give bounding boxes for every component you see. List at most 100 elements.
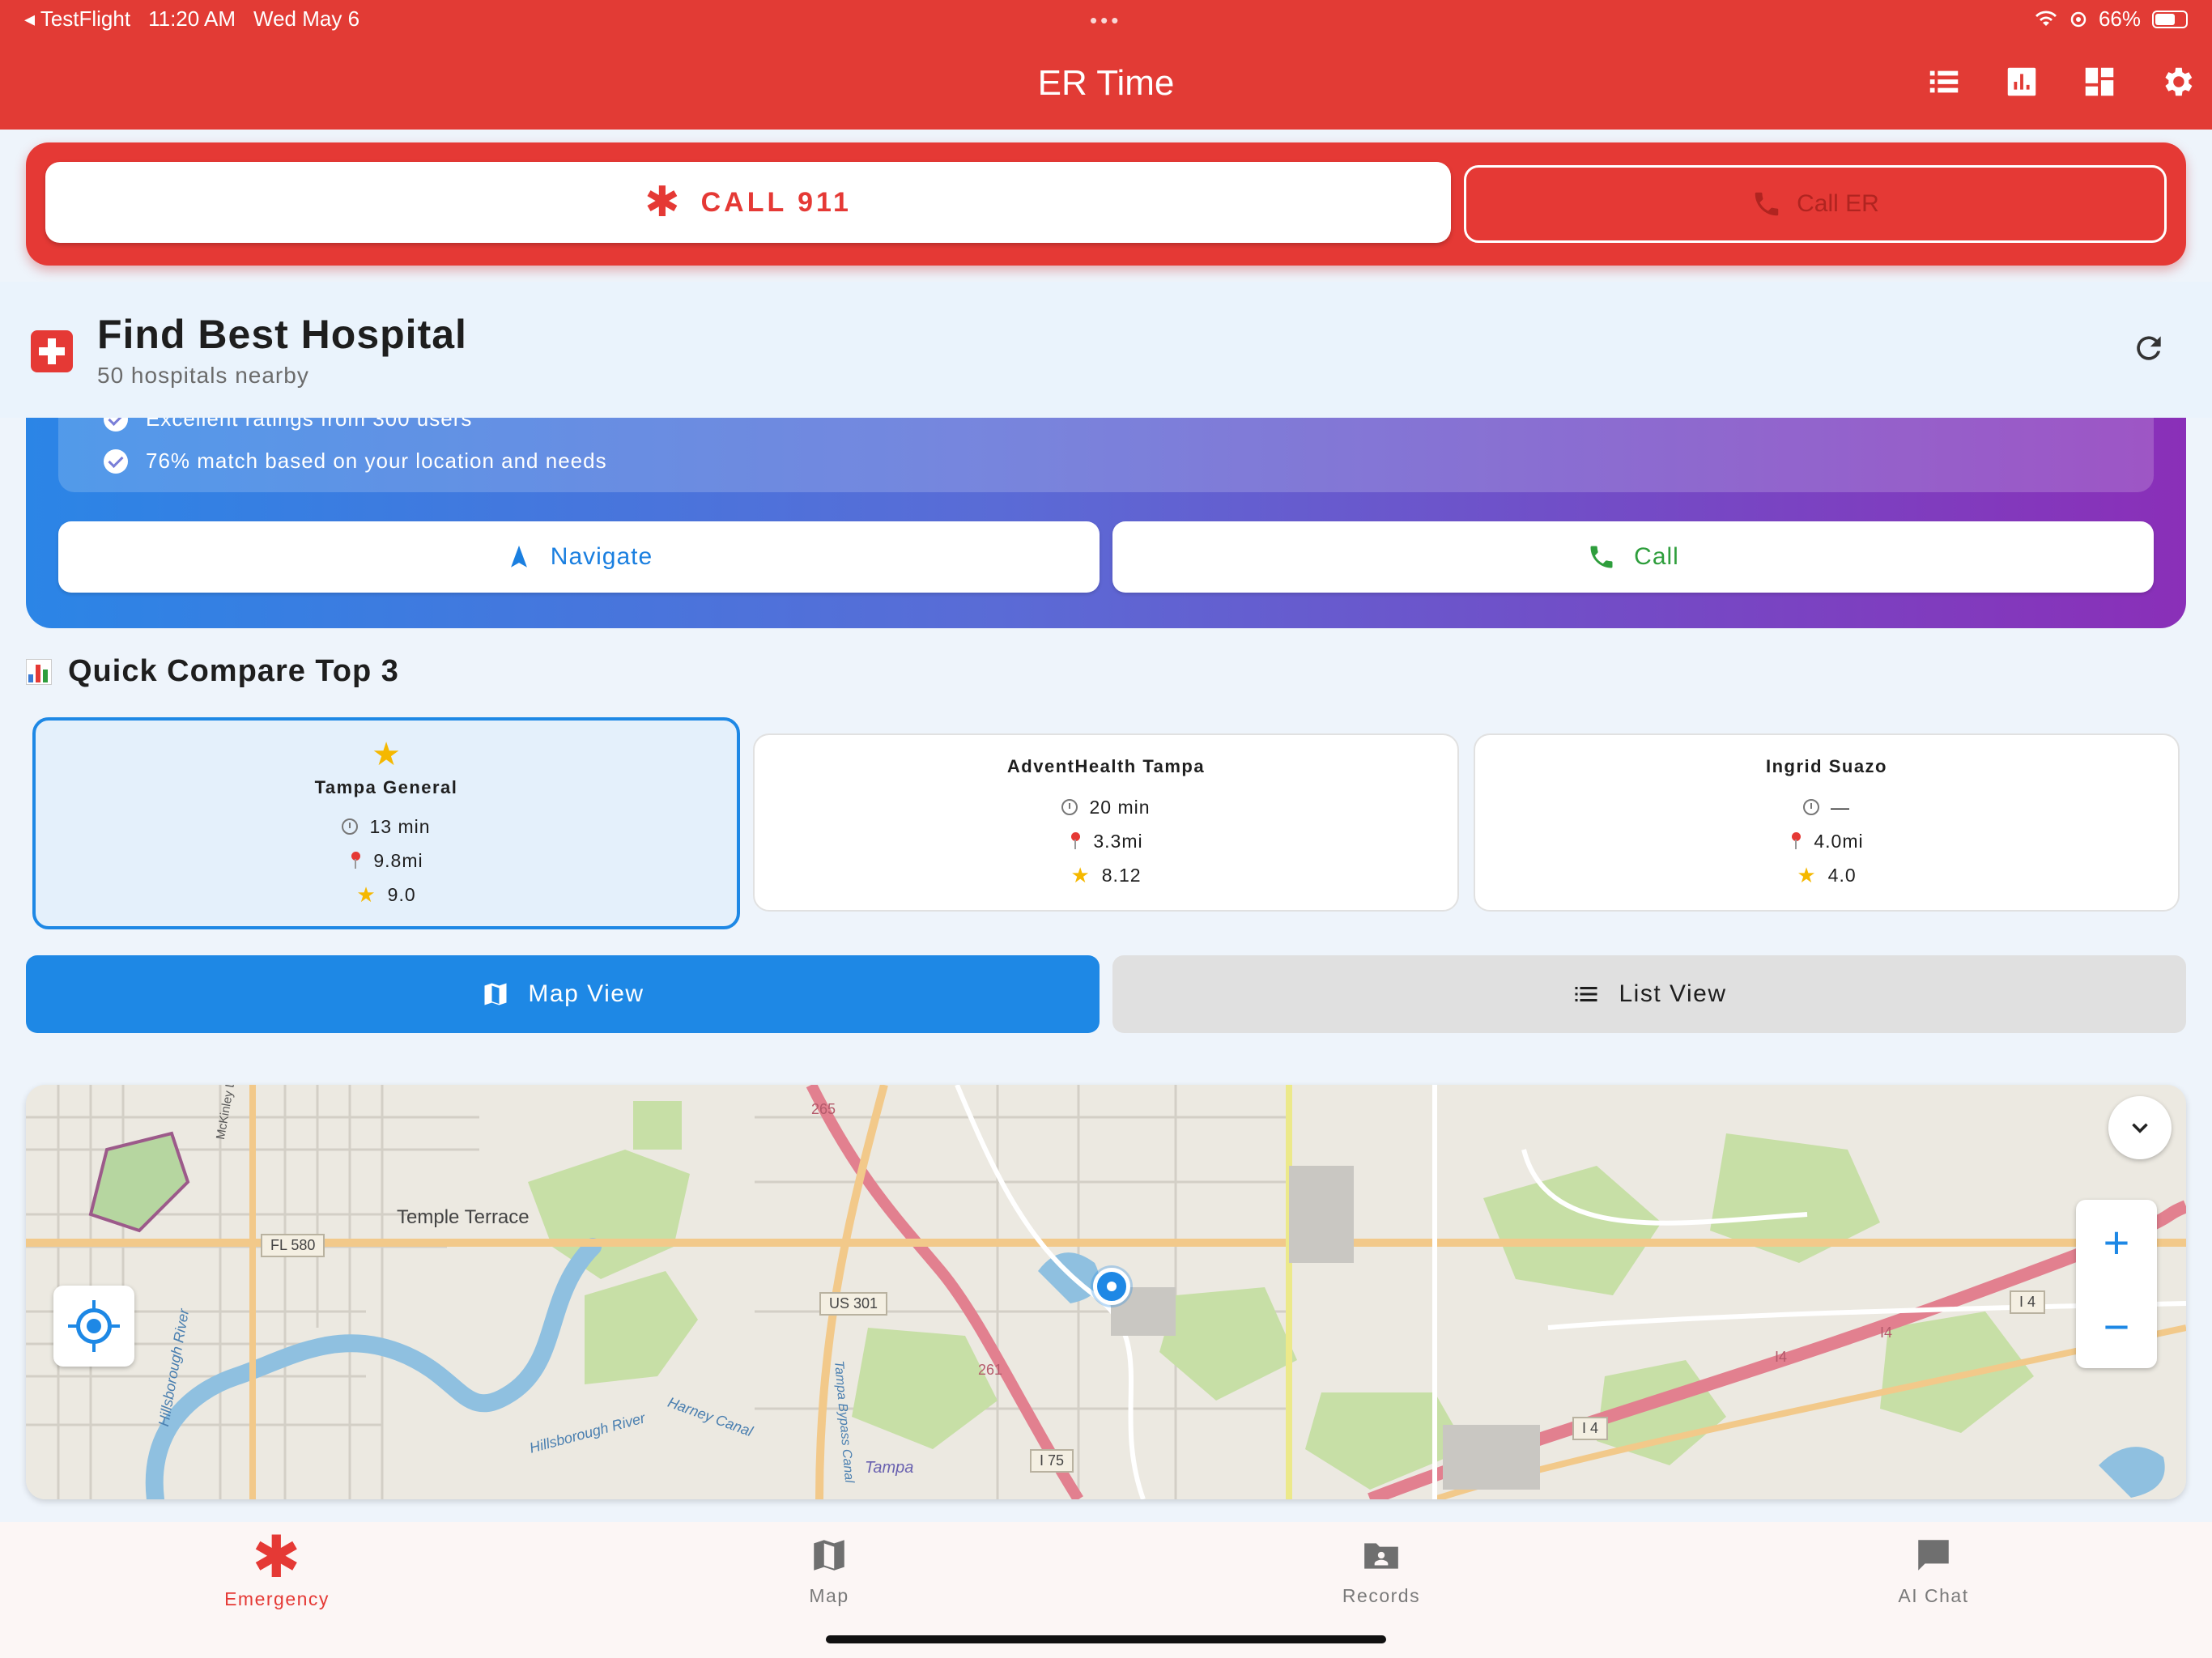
- map-view-label: Map View: [528, 980, 644, 1007]
- dashboard-icon[interactable]: [2081, 63, 2118, 100]
- map-shield-us301: US 301: [819, 1292, 888, 1316]
- crosshair-tick: [92, 1342, 96, 1352]
- settings-icon[interactable]: [2159, 63, 2196, 100]
- timer-icon: [342, 818, 359, 835]
- current-location-marker[interactable]: [1093, 1268, 1130, 1305]
- star-icon: ★: [356, 882, 376, 907]
- folder-person-icon: [1364, 1543, 1398, 1569]
- star-icon: ★: [1070, 863, 1091, 887]
- navigate-label: Navigate: [550, 543, 653, 570]
- timer-icon: [1803, 799, 1819, 815]
- compare-card-best[interactable]: ★ Tampa General 13 min 9.8mi ★ 9.0: [32, 717, 740, 929]
- timer-icon: [1061, 799, 1078, 815]
- wait-time: 13 min: [369, 815, 431, 837]
- list-icon[interactable]: [1925, 63, 1963, 100]
- map-shield-i75: I 75: [1030, 1449, 1074, 1473]
- navigation-arrow-icon: [510, 545, 527, 568]
- tab-records[interactable]: Records: [1260, 1535, 1503, 1607]
- rating-row: ★ 4.0: [1475, 858, 2178, 892]
- app-title: ER Time: [1037, 63, 1175, 103]
- phone-icon: [1590, 546, 1613, 568]
- chat-icon: [1918, 1540, 1949, 1571]
- map-shield-i4: I 4: [2010, 1290, 2046, 1314]
- map-label-i4: I4: [1775, 1349, 1788, 1365]
- list-view-button[interactable]: List View: [1112, 955, 2186, 1033]
- emergency-call-bar: ✱ CALL 911 Call ER: [26, 142, 2186, 266]
- call-hospital-button[interactable]: Call: [1112, 521, 2154, 593]
- hospital-count: 50 hospitals nearby: [97, 363, 309, 388]
- check-circle-icon: [104, 418, 128, 432]
- multitasking-dots[interactable]: •••: [1090, 8, 1121, 33]
- map-label-i4: I4: [1880, 1324, 1893, 1341]
- call-911-label: CALL 911: [700, 186, 852, 218]
- rating: 8.12: [1101, 864, 1142, 886]
- location-lock-icon: [2070, 11, 2087, 27]
- match-reasons: Excellent ratings from 300 users 76% mat…: [58, 418, 2154, 492]
- tab-emergency[interactable]: ✱ Emergency: [155, 1528, 398, 1610]
- bar-chart-icon[interactable]: [2003, 63, 2040, 100]
- pin-icon: [1069, 832, 1082, 850]
- status-bar-left: ◂ TestFlight 11:20 AM Wed May 6: [24, 6, 359, 32]
- app-bar: ◂ TestFlight 11:20 AM Wed May 6 ••• 66% …: [0, 0, 2212, 130]
- home-indicator[interactable]: [826, 1635, 1386, 1643]
- pin-icon: [349, 852, 362, 869]
- hospital-name: Tampa General: [314, 777, 458, 797]
- navigate-button[interactable]: Navigate: [58, 521, 1100, 593]
- appbar-actions: [1925, 63, 2196, 100]
- map-label-261: 261: [978, 1362, 1003, 1378]
- call-er-button[interactable]: Call ER: [1464, 165, 2167, 243]
- reason-item: Excellent ratings from 300 users: [104, 418, 472, 432]
- refresh-icon[interactable]: [2131, 330, 2167, 366]
- hospital-map[interactable]: Temple Terrace FL 580 US 301 I 75 I 4 I …: [26, 1085, 2186, 1499]
- find-hospital-header: Find Best Hospital 50 hospitals nearby: [0, 282, 2212, 418]
- zoom-in-button[interactable]: +: [2076, 1200, 2157, 1284]
- call-er-label: Call ER: [1797, 190, 1879, 217]
- rating: 9.0: [387, 883, 416, 905]
- wait-time: 20 min: [1089, 796, 1151, 818]
- crosshair-tick: [92, 1300, 96, 1310]
- back-to-app[interactable]: ◂ TestFlight: [24, 6, 130, 32]
- rating-row: ★ 9.0: [36, 878, 737, 912]
- map-shield-i4: I 4: [1572, 1417, 1609, 1440]
- zoom-out-button[interactable]: −: [2076, 1284, 2157, 1368]
- compare-card[interactable]: AdventHealth Tampa 20 min 3.3mi ★ 8.12: [753, 733, 1459, 912]
- tab-ai-chat[interactable]: AI Chat: [1812, 1535, 2055, 1607]
- my-location-button[interactable]: [53, 1286, 134, 1367]
- pin-icon: [1789, 832, 1802, 850]
- status-time: 11:20 AM: [148, 6, 236, 31]
- emoji-bar: [28, 674, 33, 682]
- map-view-button[interactable]: Map View: [26, 955, 1100, 1033]
- crosshair-tick: [110, 1324, 120, 1328]
- reason-text: 76% match based on your location and nee…: [146, 449, 607, 473]
- map-icon: [484, 983, 507, 1005]
- list-view-label: List View: [1619, 980, 1727, 1007]
- quick-compare-label: Quick Compare Top 3: [68, 654, 399, 688]
- tab-map[interactable]: Map: [708, 1535, 951, 1607]
- tab-label: Emergency: [224, 1588, 330, 1609]
- rating-row: ★ 8.12: [755, 858, 1457, 892]
- distance-row: 4.0mi: [1475, 824, 2178, 858]
- crosshair-tick: [68, 1324, 78, 1328]
- collapse-map-button[interactable]: [2108, 1096, 2172, 1159]
- tab-label: Records: [1342, 1585, 1421, 1606]
- battery-fill: [2155, 13, 2175, 25]
- rating: 4.0: [1827, 864, 1857, 886]
- call-911-button[interactable]: ✱ CALL 911: [45, 162, 1451, 243]
- bar-chart-emoji-icon: [26, 658, 52, 685]
- wait-time-row: —: [1475, 790, 2178, 824]
- compare-card[interactable]: Ingrid Suazo — 4.0mi ★ 4.0: [1474, 733, 2180, 912]
- crosshair-dot: [87, 1319, 101, 1333]
- wait-time-row: 13 min: [36, 810, 737, 844]
- status-date: Wed May 6: [253, 6, 360, 31]
- list-icon: [1575, 987, 1597, 1001]
- map-icon: [814, 1540, 844, 1571]
- reason-item: 76% match based on your location and nee…: [104, 449, 607, 474]
- tab-label: AI Chat: [1898, 1585, 1969, 1606]
- back-app-label: TestFlight: [40, 6, 131, 31]
- map-label-265: 265: [811, 1101, 836, 1117]
- map-label-city: Temple Terrace: [397, 1206, 530, 1228]
- tab-label: Map: [809, 1585, 849, 1606]
- phone-icon: [1755, 192, 1779, 216]
- hospital-name: AdventHealth Tampa: [1006, 756, 1206, 776]
- wait-time: —: [1831, 796, 1850, 818]
